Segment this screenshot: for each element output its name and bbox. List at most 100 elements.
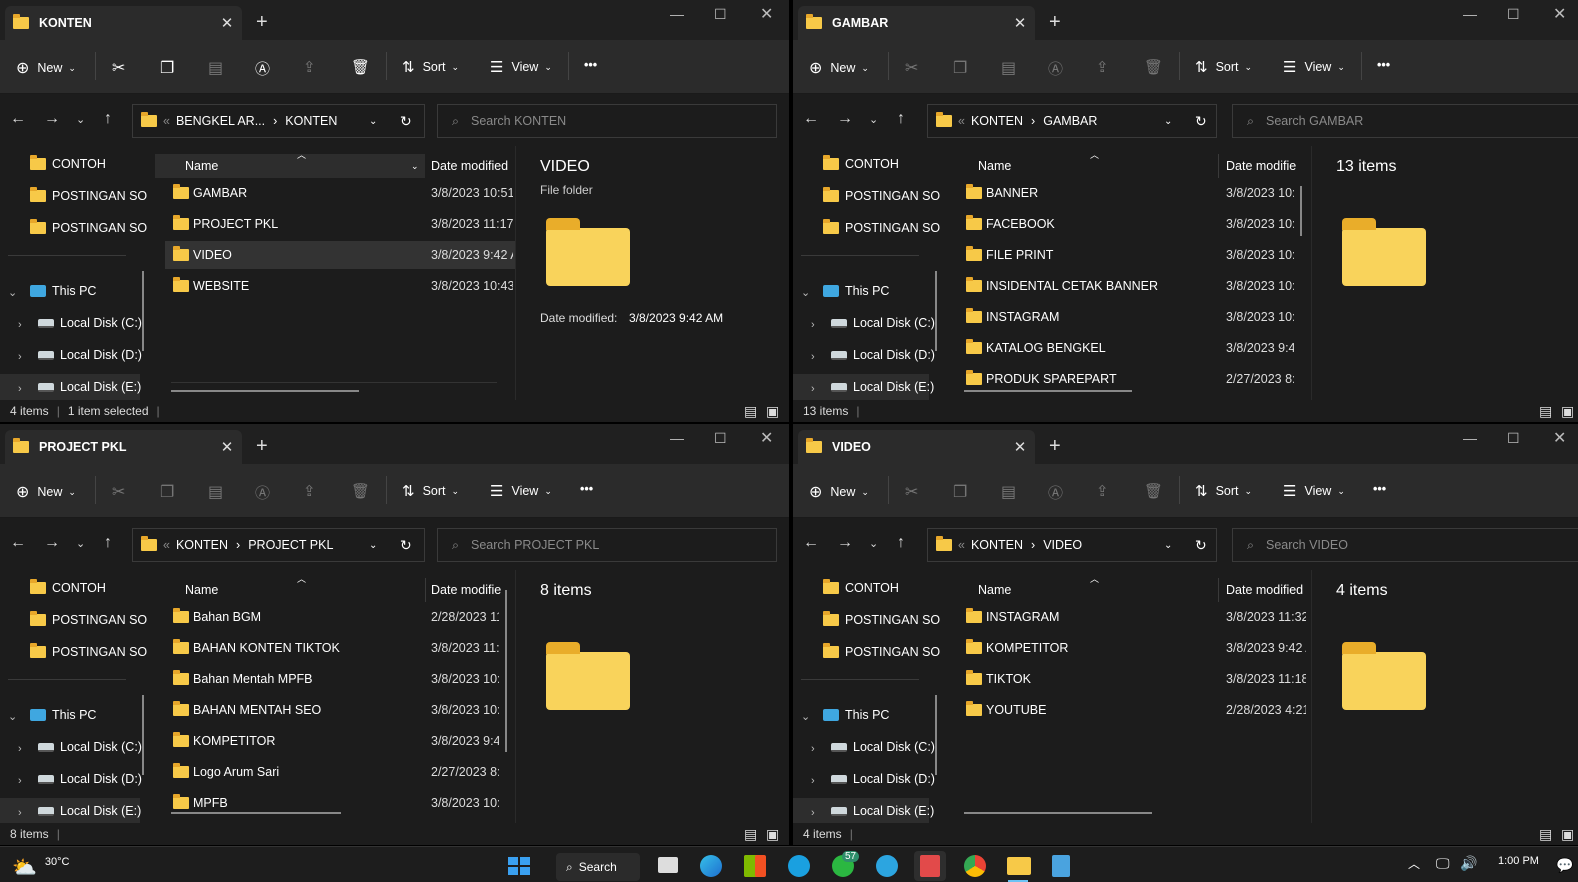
cut-button[interactable]: ✂ bbox=[905, 58, 918, 78]
nav-item-postingan-2[interactable]: POSTINGAN SO bbox=[823, 219, 940, 235]
address-bar[interactable]: « KONTEN › GAMBAR ⌄ ↻ bbox=[927, 104, 1217, 138]
nav-scrollbar[interactable] bbox=[142, 695, 144, 775]
search-input[interactable]: ⌕ Search KONTEN bbox=[437, 104, 777, 138]
chevron-right-icon[interactable]: › bbox=[18, 351, 22, 363]
share-button[interactable]: ⇪ bbox=[303, 58, 316, 76]
new-tab-button[interactable]: + bbox=[256, 435, 268, 458]
minimize-icon[interactable]: — bbox=[1463, 430, 1477, 446]
nav-item-contoh[interactable]: CONTOH bbox=[30, 155, 106, 171]
file-row[interactable]: GAMBAR3/8/2023 10:51 A bbox=[155, 179, 515, 207]
chevron-right-icon[interactable]: › bbox=[811, 743, 815, 755]
delete-button[interactable]: 🗑 bbox=[351, 58, 370, 76]
chevron-right-icon[interactable]: › bbox=[811, 775, 815, 787]
chevron-right-icon[interactable]: › bbox=[811, 807, 815, 819]
cut-button[interactable]: ✂ bbox=[905, 482, 918, 502]
paste-button[interactable]: ▤ bbox=[208, 482, 223, 502]
more-options-button[interactable]: ••• bbox=[1373, 482, 1386, 496]
file-row[interactable]: BAHAN MENTAH SEO 3/8/2023 10: bbox=[155, 696, 515, 724]
chevron-down-icon[interactable]: ⌄ bbox=[369, 116, 377, 127]
file-row[interactable]: INSTAGRAM 3/8/2023 10: bbox=[948, 303, 1306, 331]
file-row[interactable]: KATALOG BENGKEL 3/8/2023 9:4 bbox=[948, 334, 1306, 362]
app-c-icon[interactable] bbox=[788, 855, 810, 877]
network-icon[interactable]: 🖵 bbox=[1436, 855, 1450, 872]
view-button[interactable]: ☰ View ⌄ bbox=[1283, 58, 1345, 76]
nav-item-disk-e[interactable]: Local Disk (E:) bbox=[38, 804, 141, 818]
new-tab-button[interactable]: + bbox=[1049, 11, 1061, 34]
file-row[interactable]: INSTAGRAM3/8/2023 11:32 A bbox=[948, 603, 1306, 631]
telegram-icon[interactable] bbox=[876, 855, 898, 877]
share-button[interactable]: ⇪ bbox=[1096, 482, 1109, 500]
chevron-right-icon[interactable]: › bbox=[18, 775, 22, 787]
chevron-down-icon[interactable]: ⌄ bbox=[1164, 540, 1172, 551]
maximize-icon[interactable]: ☐ bbox=[1507, 430, 1520, 447]
chevron-right-icon[interactable]: › bbox=[811, 319, 815, 331]
share-button[interactable]: ⇪ bbox=[303, 482, 316, 500]
chevron-down-icon[interactable]: ⌄ bbox=[369, 540, 377, 551]
tab-gambar[interactable]: GAMBAR ✕ bbox=[798, 6, 1035, 40]
file-row[interactable]: PRODUK SPAREPART 2/27/2023 8: bbox=[948, 365, 1306, 393]
file-explorer-icon[interactable] bbox=[1007, 857, 1031, 875]
search-input[interactable]: ⌕ Search GAMBAR bbox=[1232, 104, 1578, 138]
close-window-icon[interactable]: ✕ bbox=[760, 428, 773, 448]
sort-button[interactable]: ⇅ Sort ⌄ bbox=[1195, 482, 1252, 500]
close-tab-icon[interactable]: ✕ bbox=[212, 438, 242, 456]
up-arrow-icon[interactable]: ↑ bbox=[104, 110, 112, 128]
close-window-icon[interactable]: ✕ bbox=[1553, 428, 1566, 448]
horizontal-scrollbar[interactable] bbox=[171, 390, 359, 392]
more-options-button[interactable]: ••• bbox=[584, 58, 597, 72]
search-input[interactable]: ⌕ Search VIDEO bbox=[1232, 528, 1578, 562]
copy-button[interactable]: ❐ bbox=[160, 482, 174, 502]
file-row[interactable]: Bahan BGM 2/28/2023 11 bbox=[155, 603, 515, 631]
sort-button[interactable]: ⇅ Sort ⌄ bbox=[1195, 58, 1252, 76]
nav-item-postingan-2[interactable]: POSTINGAN SO bbox=[823, 643, 940, 659]
refresh-icon[interactable]: ↻ bbox=[1195, 113, 1207, 130]
file-row[interactable]: BAHAN KONTEN TIKTOK 3/8/2023 11: bbox=[155, 634, 515, 662]
forward-arrow-icon[interactable]: → bbox=[44, 534, 60, 552]
sort-button[interactable]: ⇅ Sort ⌄ bbox=[402, 58, 459, 76]
paste-button[interactable]: ▤ bbox=[1001, 58, 1016, 78]
column-header-name[interactable]: Name ︿ ⌄ bbox=[155, 150, 425, 178]
forward-arrow-icon[interactable]: → bbox=[44, 110, 60, 128]
nav-item-disk-e[interactable]: Local Disk (E:) bbox=[831, 380, 934, 394]
taskbar-search-button[interactable]: ⌕ Search bbox=[556, 853, 640, 881]
address-bar[interactable]: « KONTEN › VIDEO ⌄ ↻ bbox=[927, 528, 1217, 562]
minimize-icon[interactable]: — bbox=[670, 430, 684, 446]
minimize-icon[interactable]: — bbox=[670, 6, 684, 22]
share-button[interactable]: ⇪ bbox=[1096, 58, 1109, 76]
recent-chevron-icon[interactable]: ⌄ bbox=[869, 113, 878, 126]
tab-project-pkl[interactable]: PROJECT PKL ✕ bbox=[5, 430, 242, 464]
more-options-button[interactable]: ••• bbox=[1377, 58, 1390, 72]
tiles-view-icon[interactable]: ▣ bbox=[1561, 403, 1574, 420]
chevron-right-icon[interactable]: › bbox=[18, 743, 22, 755]
details-view-icon[interactable]: ▤ bbox=[744, 826, 757, 843]
close-window-icon[interactable]: ✕ bbox=[1553, 4, 1566, 24]
forward-arrow-icon[interactable]: → bbox=[837, 534, 853, 552]
chevron-down-icon[interactable]: ⌄ bbox=[1164, 116, 1172, 127]
column-header-date[interactable]: Date modified bbox=[1226, 578, 1303, 602]
nav-item-disk-c[interactable]: Local Disk (C:) bbox=[38, 316, 142, 330]
tab-video[interactable]: VIDEO ✕ bbox=[798, 430, 1035, 464]
breadcrumb-current[interactable]: PROJECT PKL bbox=[248, 538, 333, 552]
file-row[interactable]: INSIDENTAL CETAK BANNER 3/8/2023 10: bbox=[948, 272, 1306, 300]
back-arrow-icon[interactable]: ← bbox=[803, 110, 819, 128]
file-row[interactable]: TIKTOK3/8/2023 11:18 A bbox=[948, 665, 1306, 693]
cut-button[interactable]: ✂ bbox=[112, 58, 125, 78]
chevron-right-icon[interactable]: › bbox=[18, 319, 22, 331]
nav-item-this-pc[interactable]: This PC bbox=[30, 708, 96, 722]
tiles-view-icon[interactable]: ▣ bbox=[766, 826, 779, 843]
nav-scrollbar[interactable] bbox=[935, 271, 937, 351]
breadcrumb-parent[interactable]: KONTEN bbox=[176, 538, 228, 552]
view-button[interactable]: ☰ View ⌄ bbox=[490, 58, 552, 76]
nav-item-contoh[interactable]: CONTOH bbox=[823, 579, 899, 595]
refresh-icon[interactable]: ↻ bbox=[400, 113, 412, 130]
address-bar[interactable]: « KONTEN › PROJECT PKL ⌄ ↻ bbox=[132, 528, 425, 562]
notification-icon[interactable]: 💬 bbox=[1556, 857, 1573, 874]
clock-time[interactable]: 1:00 PM bbox=[1498, 855, 1539, 867]
nav-item-postingan-1[interactable]: POSTINGAN SO bbox=[30, 611, 147, 627]
new-button[interactable]: ⊕ New ⌄ bbox=[809, 482, 869, 502]
nav-item-disk-d[interactable]: Local Disk (D:) bbox=[831, 772, 935, 786]
chevron-down-icon[interactable]: ⌄ bbox=[8, 710, 17, 723]
cut-button[interactable]: ✂ bbox=[112, 482, 125, 502]
file-row[interactable]: KOMPETITOR3/8/2023 9:42 AI bbox=[948, 634, 1306, 662]
nav-item-this-pc[interactable]: This PC bbox=[30, 284, 96, 298]
